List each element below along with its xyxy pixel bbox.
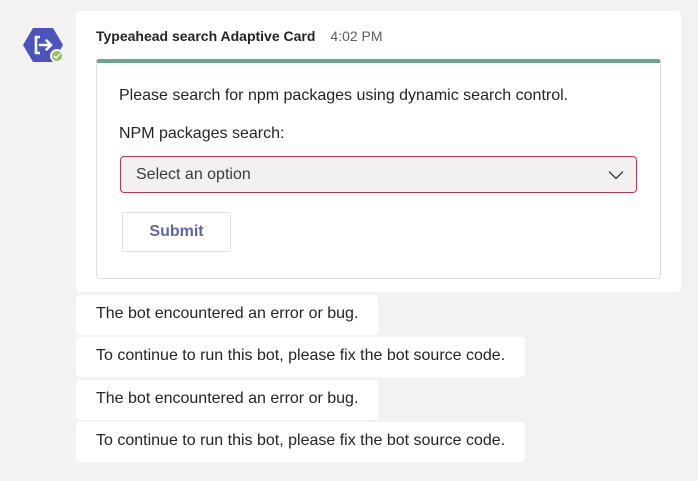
- message-timestamp: 4:02 PM: [330, 28, 383, 44]
- submit-button[interactable]: Submit: [122, 212, 231, 252]
- npm-package-select[interactable]: Select an option: [120, 156, 637, 193]
- fix-code-message: To continue to run this bot, please fix …: [76, 422, 526, 462]
- sender-name[interactable]: Typeahead search Adaptive Card: [96, 28, 315, 44]
- chevron-down-icon: [608, 171, 624, 180]
- presence-badge: [50, 49, 64, 63]
- message-bubble: Typeahead search Adaptive Card 4:02 PM P…: [76, 11, 681, 292]
- error-message: The bot encountered an error or bug.: [76, 295, 379, 335]
- fix-code-message: To continue to run this bot, please fix …: [76, 337, 526, 377]
- card-description: Please search for npm packages using dyn…: [119, 87, 569, 104]
- search-label: NPM packages search:: [119, 125, 285, 142]
- error-message: The bot encountered an error or bug.: [76, 380, 379, 420]
- message-header: Typeahead search Adaptive Card 4:02 PM: [96, 28, 383, 44]
- check-icon: [53, 53, 61, 59]
- adaptive-card: Please search for npm packages using dyn…: [96, 59, 661, 279]
- select-placeholder: Select an option: [136, 166, 251, 183]
